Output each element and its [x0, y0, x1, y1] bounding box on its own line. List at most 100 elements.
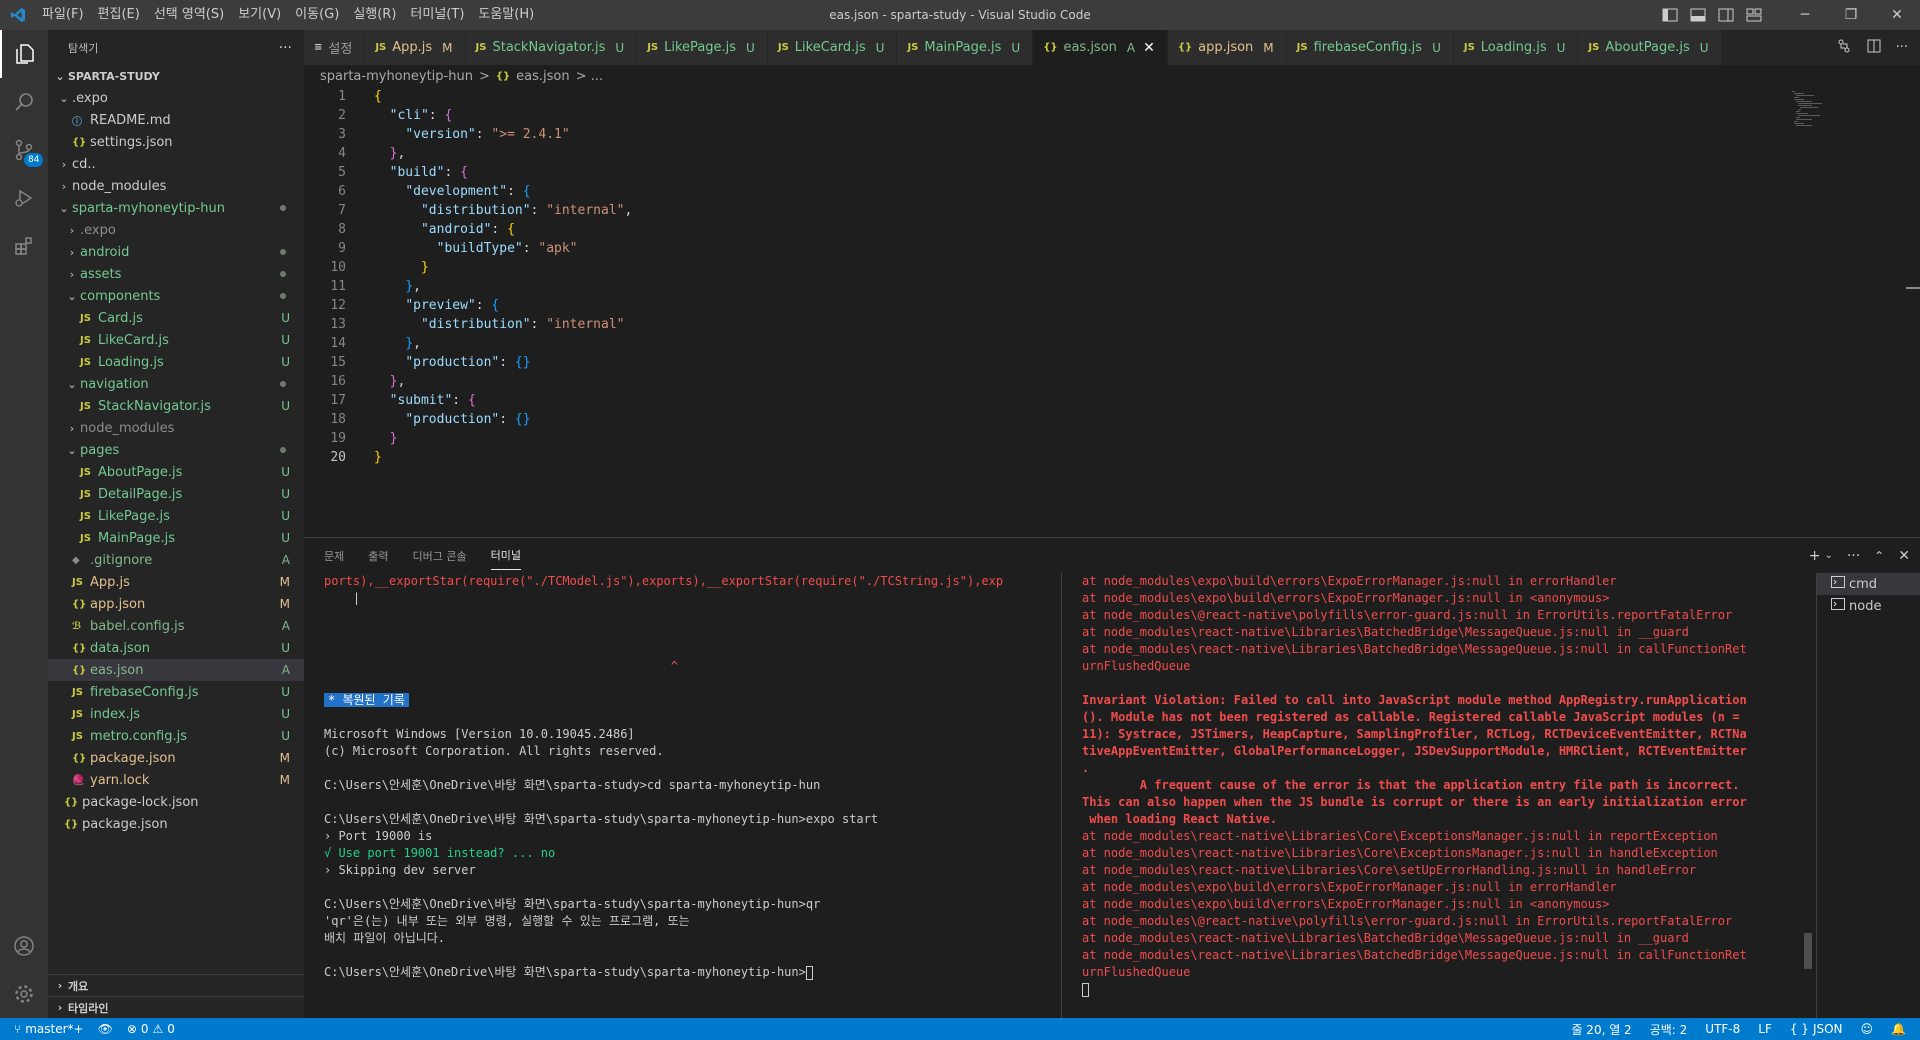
file-tree-item[interactable]: ⌄ sparta-myhoneytip-hun: [48, 197, 304, 219]
manage-gear-icon[interactable]: [0, 970, 48, 1018]
terminal-list-item[interactable]: node: [1817, 595, 1920, 617]
menu-item[interactable]: 실행(R): [346, 0, 403, 30]
code-editor[interactable]: 1{2 "cli": {3 "version": ">= 2.4.1" 4 }, 5…: [304, 87, 1920, 537]
terminal-scrollbar[interactable]: [1804, 933, 1812, 969]
file-tree-item[interactable]: ⌄ components: [48, 285, 304, 307]
file-tree-item[interactable]: {} package-lock.json: [48, 791, 304, 813]
editor-tab[interactable]: {} app.json M: [1167, 30, 1287, 65]
workspace-root[interactable]: ⌄ SPARTA-STUDY: [48, 65, 304, 87]
file-tree-item[interactable]: JS DetailPage.js U: [48, 483, 304, 505]
close-icon[interactable]: ✕: [1143, 40, 1155, 56]
menu-item[interactable]: 보기(V): [231, 0, 288, 30]
accounts-icon[interactable]: [0, 922, 48, 970]
file-tree-item[interactable]: {} data.json U: [48, 637, 304, 659]
file-tree-item[interactable]: JS MainPage.js U: [48, 527, 304, 549]
file-tree-item[interactable]: 🧶 yarn.lock M: [48, 769, 304, 791]
panel-tab[interactable]: 문제: [324, 548, 344, 564]
editor-tab[interactable]: JS Loading.js U: [1453, 30, 1579, 65]
end-of-line[interactable]: LF: [1758, 1022, 1772, 1036]
menu-item[interactable]: 편집(E): [91, 0, 147, 30]
maximize-panel-icon[interactable]: ⌃: [1874, 549, 1884, 563]
minimap[interactable]: [1790, 89, 1830, 129]
open-changes-icon[interactable]: [1836, 38, 1852, 58]
file-tree-item[interactable]: › android: [48, 241, 304, 263]
feedback-icon[interactable]: ☺: [1861, 1022, 1874, 1036]
source-control-icon[interactable]: 84: [0, 126, 48, 174]
notifications-bell-icon[interactable]: 🔔: [1891, 1022, 1906, 1036]
file-tree-item[interactable]: JS AboutPage.js U: [48, 461, 304, 483]
split-editor-icon[interactable]: [1866, 38, 1882, 58]
restore-button[interactable]: ❐: [1828, 0, 1874, 30]
timeline-section[interactable]: › 타임라인: [48, 996, 304, 1018]
panel-tab[interactable]: 디버그 콘솔: [413, 548, 467, 564]
terminal-cmd[interactable]: ports),__exportStar(require("./TCModel.j…: [324, 573, 1154, 1019]
file-tree-item[interactable]: JS LikeCard.js U: [48, 329, 304, 351]
cursor-position[interactable]: 줄 20, 열 2: [1571, 1021, 1631, 1038]
indentation[interactable]: 공백: 2: [1650, 1021, 1688, 1038]
file-tree-item[interactable]: › .expo: [48, 219, 304, 241]
branch-status[interactable]: ⑂ master*+: [14, 1022, 84, 1036]
terminal-node[interactable]: at node_modules\expo\build\errors\ExpoEr…: [1082, 573, 1920, 1019]
file-tree-item[interactable]: JS metro.config.js U: [48, 725, 304, 747]
file-tree-item[interactable]: › cd..: [48, 153, 304, 175]
explorer-icon[interactable]: [0, 30, 48, 78]
outline-section[interactable]: › 개요: [48, 974, 304, 996]
file-tree-item[interactable]: ⌄ pages: [48, 439, 304, 461]
file-tree-item[interactable]: {} app.json M: [48, 593, 304, 615]
file-tree-item[interactable]: › node_modules: [48, 417, 304, 439]
customize-layout-icon[interactable]: [1740, 0, 1768, 30]
editor-tab[interactable]: ≡ 설정: [304, 30, 366, 65]
file-tree-item[interactable]: › assets: [48, 263, 304, 285]
problems-status[interactable]: ⊗ 0 ⚠ 0: [127, 1022, 175, 1036]
file-tree-item[interactable]: › node_modules: [48, 175, 304, 197]
file-tree-item[interactable]: {} package.json M: [48, 747, 304, 769]
more-actions-icon[interactable]: ···: [1847, 548, 1860, 564]
editor-tab[interactable]: JS StackNavigator.js U: [465, 30, 638, 65]
panel-tab[interactable]: 터미널: [490, 547, 521, 570]
file-tree-item[interactable]: JS App.js M: [48, 571, 304, 593]
extensions-icon[interactable]: [0, 222, 48, 270]
file-tree-item[interactable]: {} settings.json: [48, 131, 304, 153]
explorer-more-actions-icon[interactable]: ···: [279, 40, 292, 56]
panel-tab[interactable]: 출력: [368, 548, 388, 564]
close-window-button[interactable]: ✕: [1874, 0, 1920, 30]
more-actions-icon[interactable]: ···: [1896, 40, 1908, 55]
breadcrumb-file[interactable]: eas.json: [516, 69, 569, 84]
editor-tab[interactable]: JS MainPage.js U: [897, 30, 1034, 65]
file-tree-item[interactable]: JS Card.js U: [48, 307, 304, 329]
file-tree-item[interactable]: ⌄ .expo: [48, 87, 304, 109]
toggle-sidebar-icon[interactable]: [1656, 0, 1684, 30]
menu-item[interactable]: 파일(F): [35, 0, 91, 30]
close-panel-icon[interactable]: ✕: [1898, 548, 1910, 564]
live-share-icon[interactable]: 👁: [98, 1022, 113, 1036]
file-tree-item[interactable]: ⌄ navigation: [48, 373, 304, 395]
editor-scrollbar[interactable]: [1906, 287, 1920, 289]
file-tree-item[interactable]: JS LikePage.js U: [48, 505, 304, 527]
editor-tab[interactable]: JS firebaseConfig.js U: [1286, 30, 1454, 65]
file-tree-item[interactable]: ℬbabel.config.js A: [48, 615, 304, 637]
file-tree-item[interactable]: {} eas.json A: [48, 659, 304, 681]
encoding[interactable]: UTF-8: [1705, 1022, 1740, 1036]
menu-item[interactable]: 터미널(T): [403, 0, 471, 30]
terminal-list-item[interactable]: cmd: [1817, 573, 1920, 595]
menu-item[interactable]: 선택 영역(S): [147, 0, 231, 30]
chevron-down-icon[interactable]: ⌄: [1824, 550, 1832, 561]
language-mode[interactable]: { } JSON: [1790, 1022, 1843, 1036]
file-tree-item[interactable]: JS index.js U: [48, 703, 304, 725]
editor-tab[interactable]: JS LikePage.js U: [637, 30, 768, 65]
file-tree-item[interactable]: ◆ .gitignore A: [48, 549, 304, 571]
editor-tab[interactable]: JS LikeCard.js U: [767, 30, 898, 65]
minimize-button[interactable]: ─: [1782, 0, 1828, 30]
editor-tab[interactable]: JS AboutPage.js U: [1578, 30, 1722, 65]
menu-item[interactable]: 도움말(H): [471, 0, 541, 30]
file-tree-item[interactable]: {} package.json: [48, 813, 304, 835]
breadcrumb-rest[interactable]: > ...: [576, 69, 603, 84]
breadcrumb-folder[interactable]: sparta-myhoneytip-hun: [320, 69, 473, 84]
terminal-split-divider[interactable]: [1061, 573, 1062, 1019]
file-tree-item[interactable]: JS Loading.js U: [48, 351, 304, 373]
run-debug-icon[interactable]: [0, 174, 48, 222]
file-tree-item[interactable]: ⓘ README.md: [48, 109, 304, 131]
file-tree-item[interactable]: JS firebaseConfig.js U: [48, 681, 304, 703]
editor-tab[interactable]: JS App.js M: [365, 30, 466, 65]
search-icon[interactable]: [0, 78, 48, 126]
